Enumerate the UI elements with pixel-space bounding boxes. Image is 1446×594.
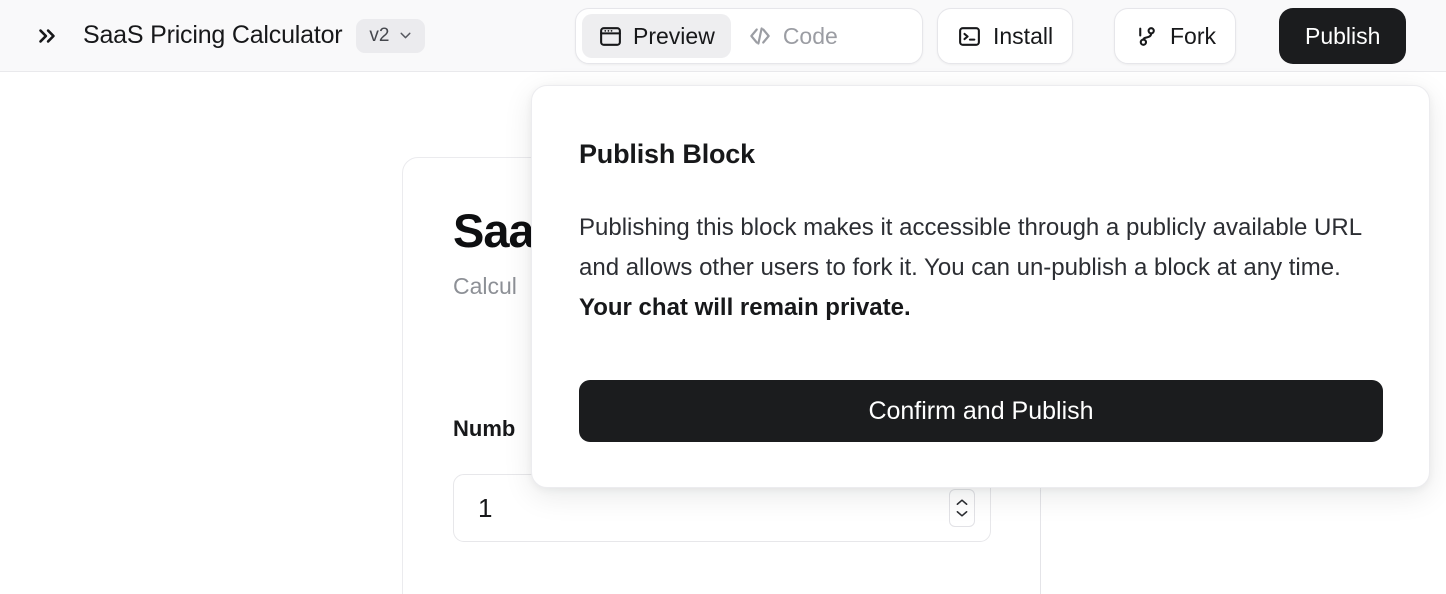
publish-button[interactable]: Publish bbox=[1279, 8, 1407, 64]
preview-card-subtitle: Calcul bbox=[453, 273, 517, 299]
chevron-down-icon[interactable] bbox=[955, 509, 969, 518]
chevron-up-icon[interactable] bbox=[955, 498, 969, 507]
confirm-and-publish-button[interactable]: Confirm and Publish bbox=[579, 380, 1383, 442]
preview-card-title: Saa bbox=[453, 204, 535, 257]
fork-button[interactable]: Fork bbox=[1114, 8, 1236, 64]
publish-popover: Publish Block Publishing this block make… bbox=[531, 85, 1430, 488]
code-brackets-icon bbox=[747, 23, 773, 49]
browser-window-icon bbox=[598, 24, 623, 49]
popover-description: Publishing this block makes it accessibl… bbox=[579, 208, 1384, 328]
git-fork-icon bbox=[1134, 24, 1159, 49]
version-label: v2 bbox=[369, 24, 390, 46]
chevron-down-icon bbox=[397, 27, 414, 44]
install-button[interactable]: Install bbox=[937, 8, 1074, 64]
tab-code-label: Code bbox=[782, 22, 838, 49]
version-selector[interactable]: v2 bbox=[356, 18, 425, 53]
popover-description-emphasis: Your chat will remain private. bbox=[579, 294, 911, 321]
app-root: SaaS Pricing Calculator v2 Preview Code … bbox=[0, 0, 1446, 594]
number-field-label: Numb bbox=[453, 416, 516, 441]
tab-preview[interactable]: Preview bbox=[582, 14, 731, 58]
expand-sidebar-button[interactable] bbox=[27, 16, 67, 56]
tab-preview-label: Preview bbox=[633, 22, 715, 49]
view-mode-toggle: Preview Code bbox=[575, 8, 923, 64]
quantity-stepper[interactable] bbox=[949, 489, 975, 527]
chevrons-right-icon bbox=[34, 23, 60, 49]
layout-divider bbox=[1040, 490, 1041, 594]
terminal-icon bbox=[957, 24, 982, 49]
number-input-value: 1 bbox=[478, 492, 493, 523]
popover-title: Publish Block bbox=[579, 139, 755, 169]
top-bar: SaaS Pricing Calculator v2 Preview Code … bbox=[0, 0, 1446, 72]
fork-button-label: Fork bbox=[1170, 22, 1216, 49]
install-button-label: Install bbox=[993, 22, 1054, 49]
popover-description-text: Publishing this block makes it accessibl… bbox=[579, 214, 1362, 281]
tab-code[interactable]: Code bbox=[731, 14, 854, 58]
page-title: SaaS Pricing Calculator bbox=[83, 21, 343, 49]
